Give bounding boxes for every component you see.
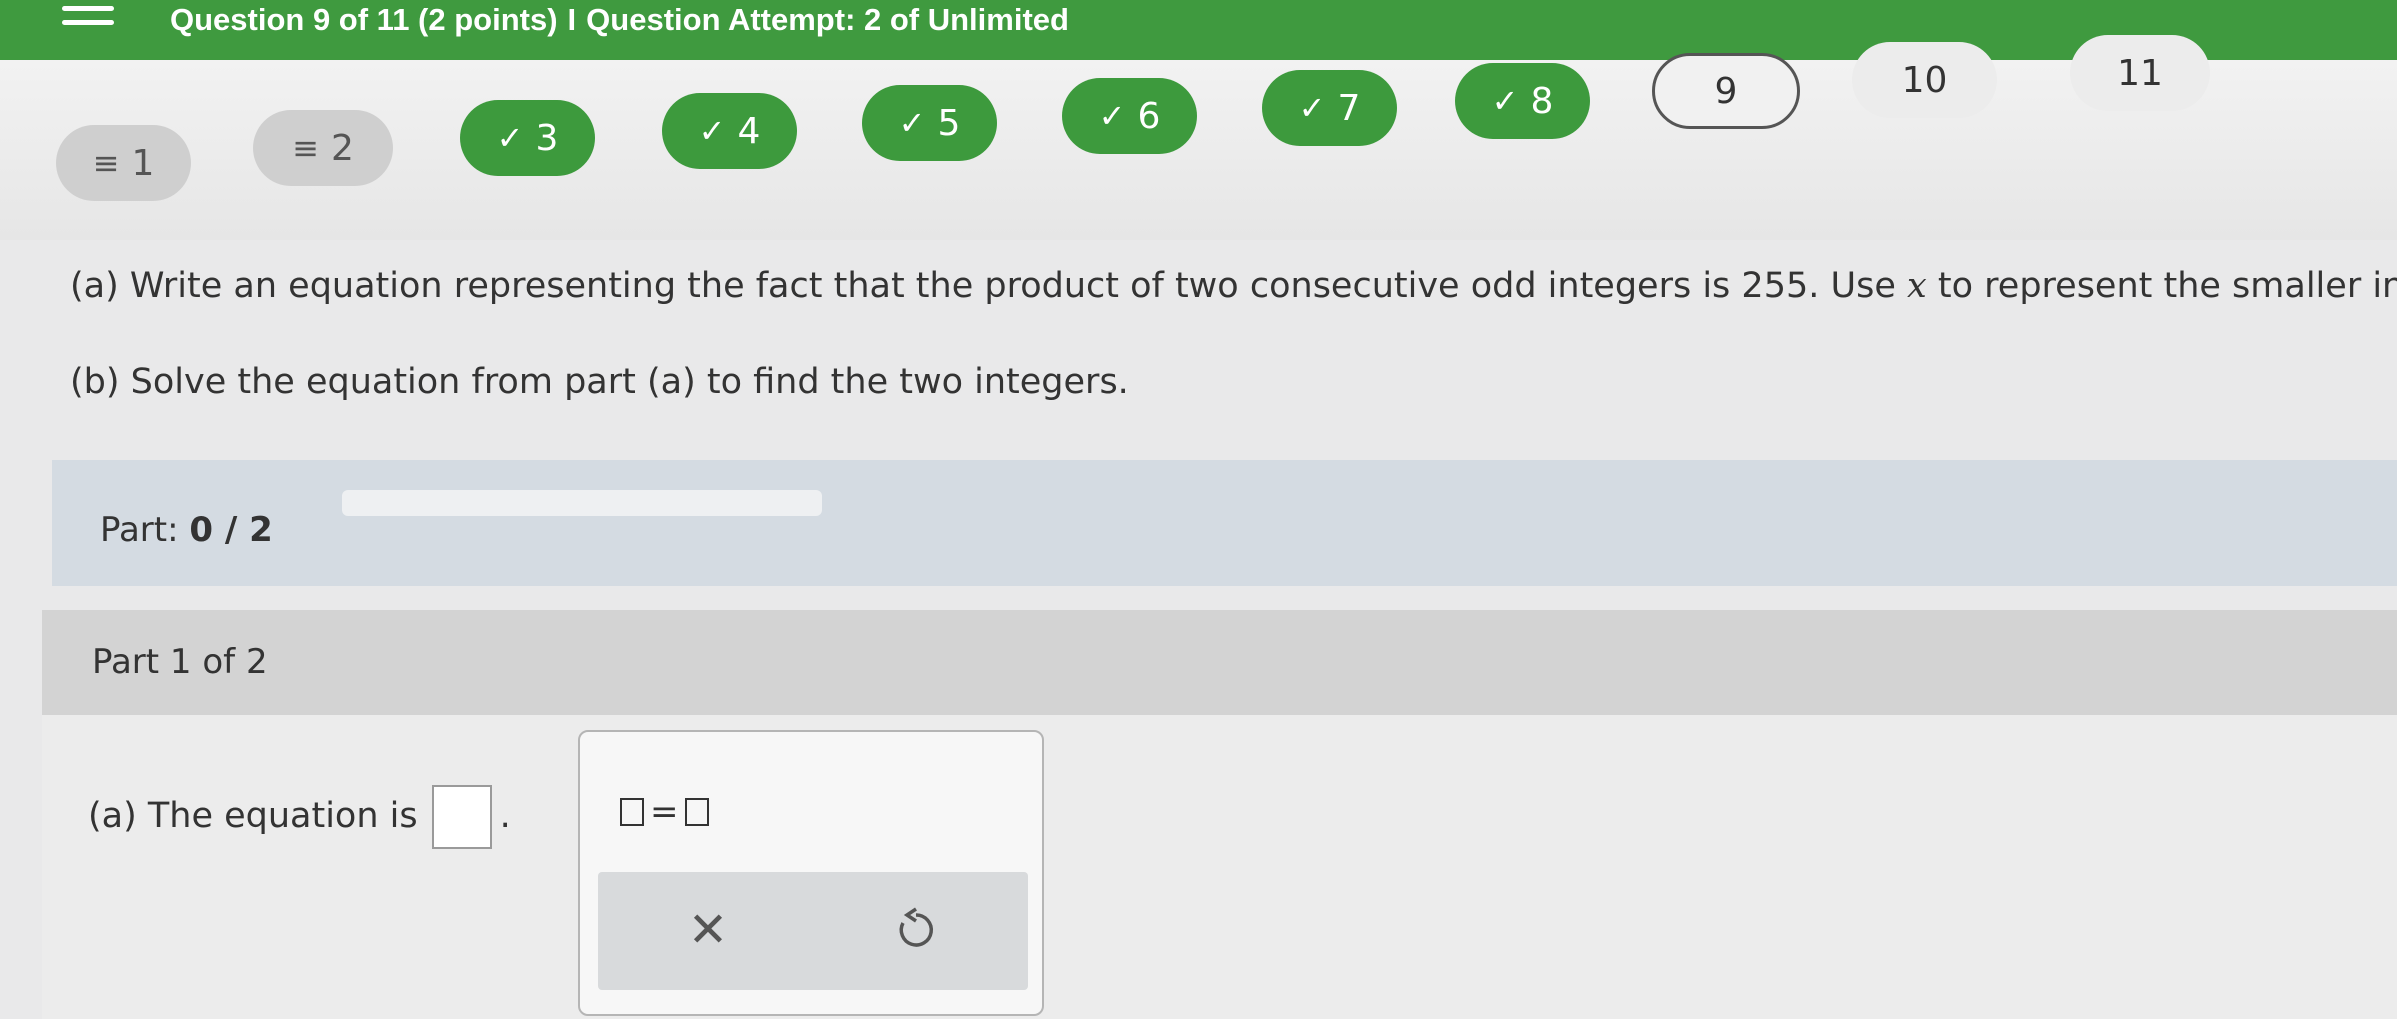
part-progress-value: 0 / 2 [189, 510, 273, 550]
question-nav-8[interactable]: ✓ 8 [1455, 63, 1590, 139]
menu-icon[interactable] [62, 2, 114, 38]
partial-icon: ≡ [292, 129, 319, 167]
question-a-text: (a) Write an equation representing the f… [70, 266, 1896, 306]
close-icon[interactable]: ✕ [678, 900, 738, 960]
question-number: 8 [1530, 80, 1554, 122]
answer-label: (a) The equation is [88, 796, 418, 836]
question-nav-7[interactable]: ✓ 7 [1262, 70, 1397, 146]
question-nav-3[interactable]: ✓ 3 [460, 100, 595, 176]
equation-template-button[interactable]: = [620, 792, 709, 832]
question-nav-9[interactable]: 9 [1652, 53, 1800, 129]
question-nav-6[interactable]: ✓ 6 [1062, 78, 1197, 154]
question-header: Question 9 of 11 (2 points) I Question Att… [170, 2, 1069, 38]
question-number: 7 [1337, 87, 1361, 129]
template-right-box [684, 798, 709, 826]
partial-icon: ≡ [92, 144, 120, 182]
question-number: 4 [737, 110, 761, 152]
question-number: 6 [1137, 95, 1161, 137]
part-header-label: Part 1 of 2 [92, 642, 268, 682]
question-number: 5 [937, 102, 961, 144]
answer-line: (a) The equation is. [88, 785, 511, 849]
question-a-suffix: to represent the smaller integer. [1937, 266, 2397, 306]
question-part-a: (a) Write an equation representing the f… [70, 266, 2397, 306]
header-separator: I [567, 2, 577, 37]
question-title: Question 9 of 11 (2 points) [170, 2, 558, 37]
question-part-b: (b) Solve the equation from part (a) to … [70, 362, 1129, 402]
check-icon: ✓ [1491, 82, 1519, 120]
question-number: 2 [330, 127, 354, 169]
undo-icon[interactable] [886, 900, 946, 960]
part-header: Part 1 of 2 [42, 610, 2397, 715]
answer-period: . [499, 796, 511, 836]
template-equals: = [650, 792, 679, 832]
answer-area: (a) The equation is. [42, 715, 2397, 1019]
question-nav-2[interactable]: ≡ 2 [253, 110, 393, 186]
check-icon: ✓ [698, 112, 726, 150]
question-nav-10[interactable]: 10 [1852, 42, 1997, 118]
template-left-box [620, 798, 644, 826]
question-attempt: Question Attempt: 2 of Unlimited [586, 2, 1069, 37]
check-icon: ✓ [1298, 89, 1326, 127]
check-icon: ✓ [898, 104, 926, 142]
part-progress-label: Part: 0 / 2 [100, 510, 273, 550]
question-number: 10 [1901, 59, 1948, 101]
check-icon: ✓ [1098, 97, 1126, 135]
math-palette: = ✕ [578, 730, 1044, 1016]
question-number: 3 [535, 117, 559, 159]
question-navigation: ≡ 1 ≡ 2 ✓ 3 ✓ 4 ✓ 5 ✓ 6 ✓ 7 ✓ 8 9 10 11 [0, 35, 2397, 240]
question-number: 9 [1714, 70, 1738, 112]
question-nav-1[interactable]: ≡ 1 [56, 125, 191, 201]
palette-actions: ✕ [598, 872, 1028, 990]
part-progress-bar: Part: 0 / 2 [52, 460, 2397, 586]
check-icon: ✓ [496, 119, 524, 157]
part-label-text: Part: [100, 510, 179, 550]
question-number: 1 [131, 142, 155, 184]
equation-input[interactable] [431, 785, 492, 849]
progress-track [342, 490, 822, 516]
variable-x: x [1907, 266, 1927, 306]
question-nav-11[interactable]: 11 [2070, 35, 2210, 111]
question-number: 11 [2117, 52, 2163, 94]
question-nav-5[interactable]: ✓ 5 [862, 85, 997, 161]
question-nav-4[interactable]: ✓ 4 [662, 93, 797, 169]
